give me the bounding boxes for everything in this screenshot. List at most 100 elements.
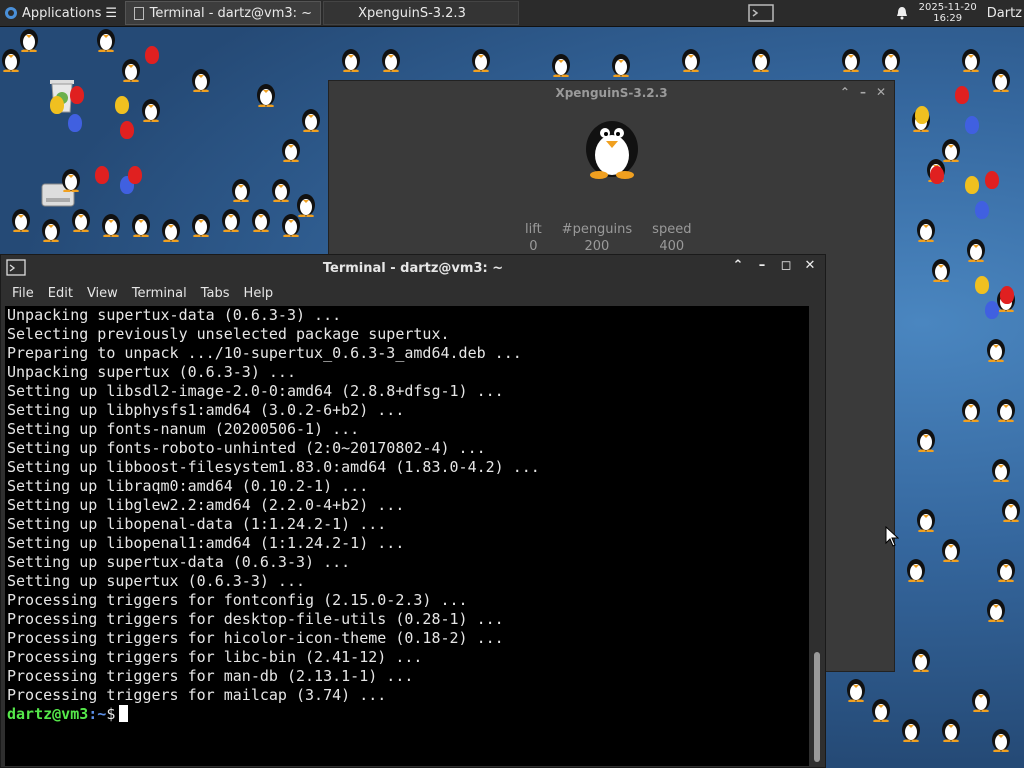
applications-menu[interactable]: Applications ☰ <box>0 0 123 26</box>
terminal-window[interactable]: Terminal - dartz@vm3: ~ ⌃ – ◻ ✕ File Edi… <box>0 254 826 768</box>
prompt-path: :~ <box>88 705 107 723</box>
penguin-sprite-icon <box>680 46 702 72</box>
balloon-icon <box>955 86 969 104</box>
terminal-line: Setting up libglew2.2:amd64 (2.2.0-4+b2)… <box>7 496 405 514</box>
menu-help[interactable]: Help <box>237 286 281 301</box>
user-menu[interactable]: Dartz <box>987 6 1022 21</box>
terminal-line: Unpacking supertux (0.6.3-3) ... <box>7 363 296 381</box>
workspace-switcher-icon[interactable] <box>747 3 775 23</box>
penguin-sprite-icon <box>915 426 937 452</box>
menu-file[interactable]: File <box>5 286 41 301</box>
balloon-icon <box>1000 286 1014 304</box>
balloon-icon <box>128 166 142 184</box>
maximize-icon[interactable]: ◻ <box>779 259 793 273</box>
terminal-line: Unpacking supertux-data (0.6.3-3) ... <box>7 306 342 324</box>
balloon-icon <box>68 114 82 132</box>
terminal-line: Selecting previously unselected package … <box>7 325 450 343</box>
penguin-sprite-icon <box>190 66 212 92</box>
shade-icon[interactable]: ⌃ <box>731 259 745 273</box>
penguin-sprite-icon <box>230 176 252 202</box>
penguin-sprite-icon <box>960 396 982 422</box>
minimize-icon[interactable]: – <box>755 259 769 273</box>
penguin-sprite-icon <box>220 206 242 232</box>
xpenguins-titlebar[interactable]: XpenguinS-3.2.3 ⌃ – ✕ <box>329 81 894 105</box>
penguin-sprite-icon <box>130 211 152 237</box>
penguin-sprite-icon <box>380 46 402 72</box>
penguin-sprite-icon <box>990 66 1012 92</box>
penguin-sprite-icon <box>900 716 922 742</box>
penguin-sprite-icon <box>985 336 1007 362</box>
balloon-icon <box>965 176 979 194</box>
menu-terminal[interactable]: Terminal <box>125 286 194 301</box>
menu-tabs[interactable]: Tabs <box>194 286 237 301</box>
terminal-line: Setting up supertux (0.6.3-3) ... <box>7 572 306 590</box>
penguin-sprite-icon <box>990 726 1012 752</box>
penguin-sprite-icon <box>930 256 952 282</box>
penguin-sprite-icon <box>880 46 902 72</box>
penguin-sprite-icon <box>255 81 277 107</box>
xpenguins-stats: lift 0 #penguins 200 speed 400 <box>525 221 691 255</box>
terminal-line: Processing triggers for fontconfig (2.15… <box>7 591 468 609</box>
penguin-sprite-icon <box>995 556 1017 582</box>
terminal-line: Processing triggers for desktop-file-uti… <box>7 610 504 628</box>
terminal-icon <box>6 259 26 276</box>
penguin-sprite-icon <box>60 166 82 192</box>
close-icon[interactable]: ✕ <box>876 85 886 99</box>
penguin-sprite-icon <box>95 26 117 52</box>
terminal-output[interactable]: Unpacking supertux-data (0.6.3-3) ... Se… <box>5 306 809 766</box>
chevron-up-icon[interactable]: ⌃ <box>840 85 850 99</box>
balloon-icon <box>120 121 134 139</box>
penguin-sprite-icon <box>340 46 362 72</box>
close-icon[interactable]: ✕ <box>803 259 817 273</box>
penguin-sprite-icon <box>985 596 1007 622</box>
balloon-icon <box>70 86 84 104</box>
penguin-sprite-icon <box>270 176 292 202</box>
menu-edit[interactable]: Edit <box>41 286 80 301</box>
balloon-icon <box>975 276 989 294</box>
penguin-sprite-icon <box>300 106 322 132</box>
penguin-sprite-icon <box>1000 496 1022 522</box>
terminal-icon <box>134 6 144 20</box>
terminal-line: Setting up fonts-nanum (20200506-1) ... <box>7 420 360 438</box>
scrollbar-thumb[interactable] <box>814 652 820 762</box>
terminal-scrollbar[interactable] <box>811 306 825 766</box>
penguin-sprite-icon <box>990 456 1012 482</box>
terminal-line: Setting up libphysfs1:amd64 (3.0.2-6+b2)… <box>7 401 405 419</box>
terminal-menubar: File Edit View Terminal Tabs Help <box>1 281 825 305</box>
menu-view[interactable]: View <box>80 286 125 301</box>
penguin-sprite-icon <box>845 676 867 702</box>
penguin-sprite-icon <box>610 51 632 77</box>
penguin-sprite-icon <box>840 46 862 72</box>
xfce-mouse-icon <box>5 7 17 19</box>
task-xpenguins[interactable]: XpenguinS-3.2.3 <box>323 1 520 25</box>
terminal-line: Processing triggers for mailcap (3.74) .… <box>7 686 387 704</box>
clock[interactable]: 2025-11-20 16:29 <box>919 2 977 24</box>
penguin-sprite-icon <box>910 646 932 672</box>
xpenguins-title: XpenguinS-3.2.3 <box>555 86 668 100</box>
penguin-sprite-icon <box>915 216 937 242</box>
menu-icon: ☰ <box>105 5 118 21</box>
penguin-sprite-icon <box>470 46 492 72</box>
penguin-sprite-icon <box>280 211 302 237</box>
terminal-prompt[interactable]: dartz@vm3:~$ <box>7 705 807 724</box>
minimize-icon[interactable]: – <box>860 85 866 99</box>
terminal-line: Setting up libboost-filesystem1.83.0:amd… <box>7 458 540 476</box>
task-terminal[interactable]: Terminal - dartz@vm3: ~ <box>125 1 322 25</box>
penguin-sprite-icon <box>915 506 937 532</box>
text-cursor <box>119 705 129 722</box>
terminal-title: Terminal - dartz@vm3: ~ <box>322 260 504 276</box>
penguin-sprite-icon <box>190 211 212 237</box>
balloon-icon <box>50 96 64 114</box>
stat-speed: speed 400 <box>652 222 692 254</box>
balloon-icon <box>95 166 109 184</box>
mouse-cursor-icon <box>885 526 899 547</box>
penguin-sprite-icon <box>250 206 272 232</box>
terminal-line: Processing triggers for hicolor-icon-the… <box>7 629 504 647</box>
penguin-sprite-icon <box>870 696 892 722</box>
penguin-sprite-icon <box>995 396 1017 422</box>
penguin-sprite-icon <box>905 556 927 582</box>
terminal-titlebar[interactable]: Terminal - dartz@vm3: ~ ⌃ – ◻ ✕ <box>1 255 825 281</box>
penguin-sprite-icon <box>160 216 182 242</box>
balloon-icon <box>975 201 989 219</box>
notification-bell-icon[interactable] <box>895 6 909 20</box>
